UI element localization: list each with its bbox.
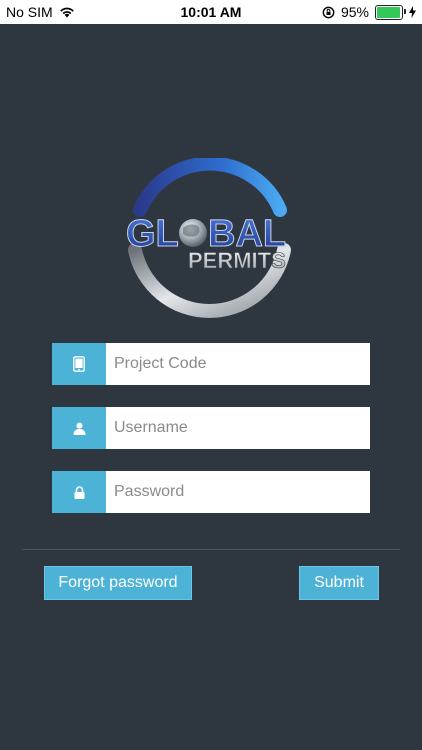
lock-icon <box>74 485 84 499</box>
status-right: 95% <box>322 4 416 20</box>
user-icon <box>73 422 85 435</box>
battery-percent: 95% <box>340 4 369 20</box>
username-row <box>52 407 370 449</box>
project-code-input[interactable] <box>106 343 370 385</box>
password-row <box>52 471 370 513</box>
logo-text-gl: GL <box>126 213 179 255</box>
submit-button[interactable]: Submit <box>299 566 379 600</box>
lock-icon-box <box>52 471 106 513</box>
logo-text-permits: PERMITS <box>188 248 286 273</box>
tablet-icon <box>73 356 85 372</box>
battery-level-fill <box>377 6 400 18</box>
global-permits-logo: GL BAL PERMITS <box>126 158 291 318</box>
divider <box>22 549 400 550</box>
tablet-icon-box <box>52 343 106 385</box>
orientation-lock-icon <box>322 6 335 18</box>
forgot-password-button[interactable]: Forgot password <box>44 566 192 600</box>
username-input[interactable] <box>106 407 370 449</box>
battery-icon <box>375 4 406 20</box>
project-code-row <box>52 343 370 385</box>
charging-bolt-icon <box>409 6 416 18</box>
user-icon-box <box>52 407 106 449</box>
password-input[interactable] <box>106 471 370 513</box>
status-bar: No SIM 10:01 AM 95% <box>0 0 422 24</box>
